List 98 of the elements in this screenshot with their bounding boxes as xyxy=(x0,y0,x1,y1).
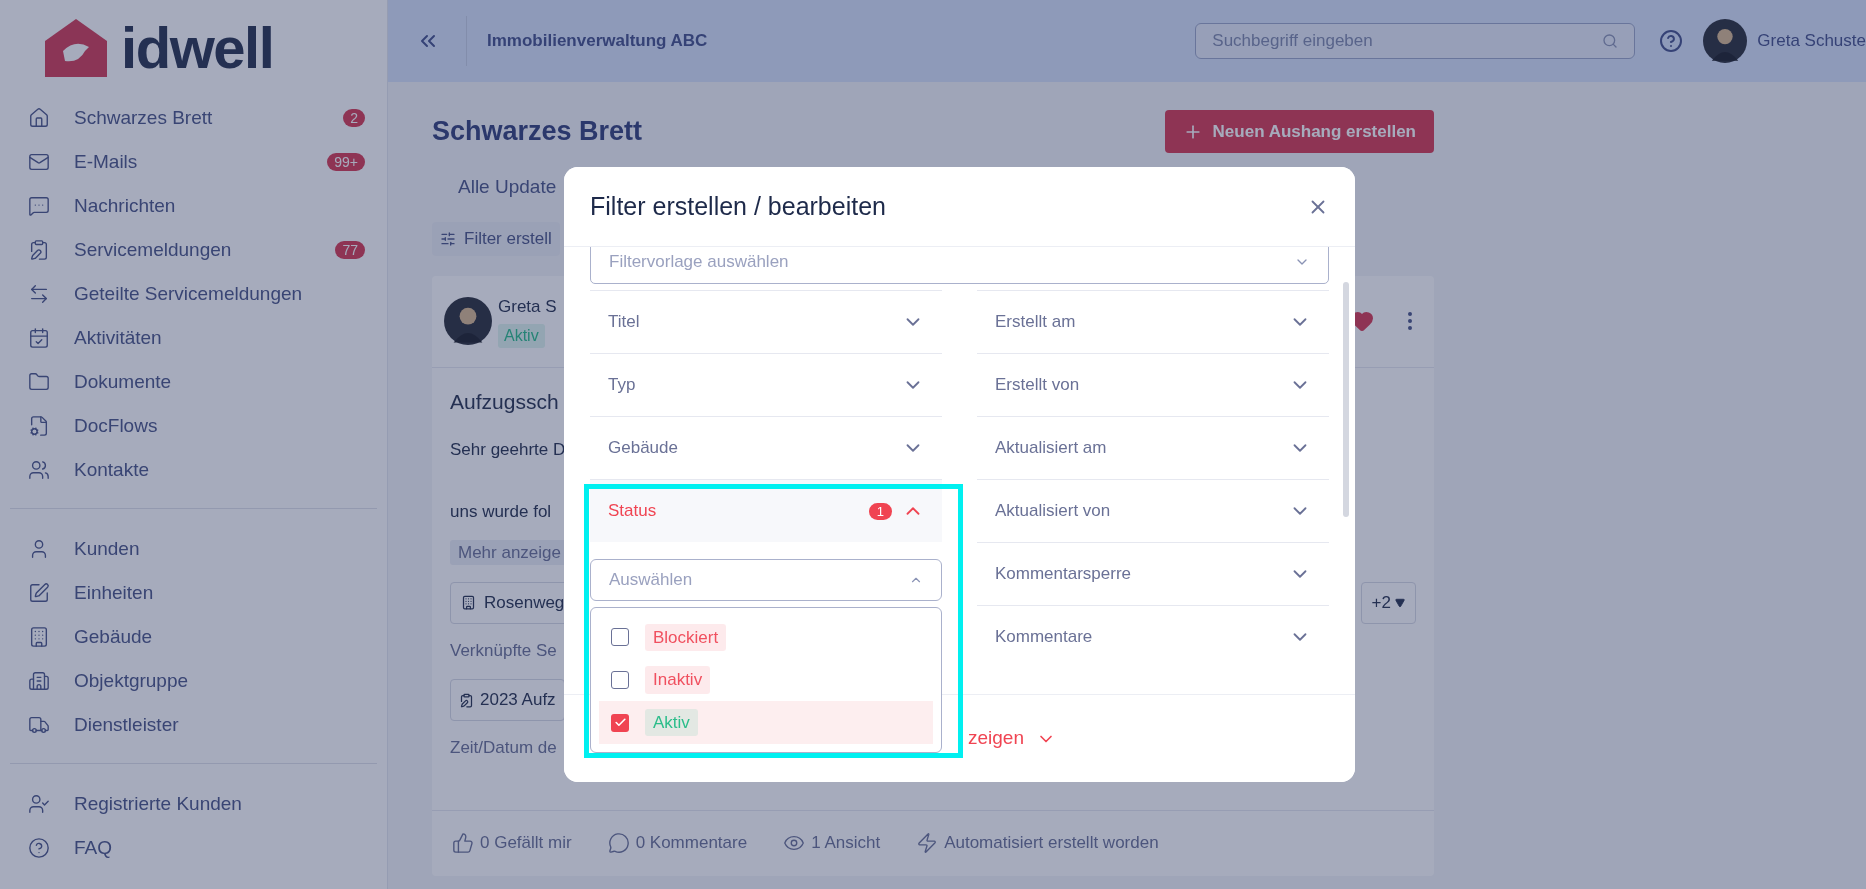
nav-item[interactable]: Dokumente xyxy=(10,360,377,404)
filter-row[interactable]: Titel xyxy=(590,290,942,353)
filter-row[interactable]: Typ xyxy=(590,353,942,416)
search-icon xyxy=(1602,33,1619,49)
nav-item[interactable]: Objektgruppe xyxy=(10,659,377,703)
status-tag: Inaktiv xyxy=(645,666,711,694)
count-badge: 77 xyxy=(335,241,365,259)
avatar xyxy=(444,297,492,345)
users-icon xyxy=(28,459,50,481)
filter-row[interactable]: Erstellt am xyxy=(977,290,1329,353)
checkbox[interactable] xyxy=(611,671,629,689)
show-more-filters-link[interactable]: zeigen xyxy=(968,724,1024,753)
filter-label: Aktualisiert am xyxy=(995,437,1108,460)
stat-text: 0 Gefällt mir xyxy=(480,832,572,855)
clipboard-icon xyxy=(28,239,50,261)
house-icon xyxy=(28,107,50,129)
option-row[interactable]: Blockiert xyxy=(599,616,933,659)
house-logo-icon xyxy=(45,17,107,79)
arrows-icon xyxy=(28,283,50,305)
nav-item[interactable]: Nachrichten xyxy=(10,184,377,228)
stat-text: 0 Kommentare xyxy=(635,832,748,855)
mail-icon xyxy=(28,151,50,173)
folder-icon xyxy=(28,371,50,393)
section-label: Zeit/Datum de xyxy=(450,737,557,759)
status-tag: Blockiert xyxy=(645,623,727,652)
nav-item[interactable]: Geteilte Servicemeldungen xyxy=(10,272,377,316)
count-badge: 2 xyxy=(343,109,365,127)
nav-item[interactable]: E-Mails 99+ xyxy=(10,140,377,184)
user-name: Greta Schuste xyxy=(1757,30,1866,53)
stat-text: 1 Ansicht xyxy=(811,832,881,855)
tab[interactable]: Alle Update xyxy=(458,176,557,197)
organization-name: Immobilienverwaltung ABC xyxy=(487,30,708,53)
avatar xyxy=(1703,19,1748,63)
nav-item[interactable]: Servicemeldungen 77 xyxy=(10,228,377,272)
filter-label: Titel xyxy=(608,311,641,334)
truck-icon xyxy=(28,714,50,736)
post-title: Aufzugssch xyxy=(450,388,559,415)
logo-text: idwell xyxy=(121,19,274,77)
checkbox[interactable] xyxy=(611,628,629,647)
status-tag: Aktiv xyxy=(645,708,698,737)
filter-row[interactable]: Kommentarsperre xyxy=(977,542,1329,605)
comment-icon xyxy=(607,832,630,854)
count-badge: 99+ xyxy=(327,153,365,171)
author-name: Greta S xyxy=(498,296,557,319)
option-row[interactable]: Inaktiv xyxy=(599,658,933,702)
filter-row[interactable]: Aktualisiert von xyxy=(977,479,1329,542)
filter-label: Erstellt von xyxy=(995,374,1081,397)
help-icon xyxy=(28,837,50,859)
nav-item[interactable]: Kunden xyxy=(10,527,377,571)
more-chip[interactable]: +2 xyxy=(1360,581,1416,624)
buildings-icon xyxy=(28,670,50,692)
calendar-icon xyxy=(28,327,50,349)
nav-item[interactable]: Gebäude xyxy=(10,615,377,659)
filter-label: Kommentarsperre xyxy=(995,563,1133,586)
chat-icon xyxy=(28,195,50,217)
status-tag: Aktiv xyxy=(498,323,545,348)
post-text: Sehr geehrte D xyxy=(450,439,566,461)
filter-row[interactable]: Erstellt von xyxy=(977,353,1329,416)
filter-label: Typ xyxy=(608,374,637,397)
filter-label: Erstellt am xyxy=(995,311,1077,334)
nav-item[interactable]: FAQ xyxy=(10,826,377,870)
section-label: Verknüpfte Se xyxy=(450,639,557,662)
nav-item[interactable]: Aktivitäten xyxy=(10,316,377,360)
search-field[interactable]: Suchbegriff eingeben xyxy=(1195,23,1636,59)
clipboard-icon xyxy=(459,692,474,708)
filter-button[interactable]: Filter erstell xyxy=(432,221,560,256)
nav-item[interactable]: Einheiten xyxy=(10,571,377,615)
page-title: Schwarzes Brett xyxy=(432,115,643,149)
nav-item[interactable]: Schwarzes Brett 2 xyxy=(10,96,377,140)
building-icon xyxy=(461,595,476,610)
dialog-title: Filter erstellen / bearbeiten xyxy=(590,190,887,222)
thumbs-up-icon xyxy=(452,832,474,854)
nav-item[interactable]: DocFlows xyxy=(10,404,377,448)
user-check-icon xyxy=(28,793,50,815)
filter-label: Status xyxy=(608,500,658,523)
document-icon xyxy=(28,415,50,437)
sliders-icon xyxy=(440,230,456,247)
building-icon xyxy=(28,626,50,648)
create-post-button[interactable]: Neuen Aushang erstellen xyxy=(1164,110,1434,153)
count-badge: 1 xyxy=(868,502,892,520)
stat-text: Automatisiert erstellt worden xyxy=(944,832,1159,855)
filter-row[interactable]: Status 1 xyxy=(590,479,942,542)
template-select[interactable]: Filtervorlage auswählen xyxy=(590,247,1329,284)
nav-item[interactable]: Kontakte xyxy=(10,448,377,492)
caret-icon xyxy=(1395,597,1405,608)
unit-icon xyxy=(28,582,50,604)
help-icon[interactable] xyxy=(1659,29,1684,53)
filter-label: Gebäude xyxy=(608,437,679,460)
filter-row[interactable]: Aktualisiert am xyxy=(977,416,1329,479)
status-select[interactable]: Auswählen xyxy=(590,559,942,601)
filter-label: Kommentare xyxy=(995,626,1094,649)
filter-label: Aktualisiert von xyxy=(995,500,1112,523)
lightning-icon xyxy=(916,832,939,854)
post-text: uns wurde fol xyxy=(450,500,552,523)
checkbox[interactable] xyxy=(611,713,629,732)
filter-row[interactable]: Kommentare xyxy=(977,605,1329,668)
nav-item[interactable]: Registrierte Kunden xyxy=(10,782,377,826)
nav-item[interactable]: Dienstleister xyxy=(10,703,377,747)
